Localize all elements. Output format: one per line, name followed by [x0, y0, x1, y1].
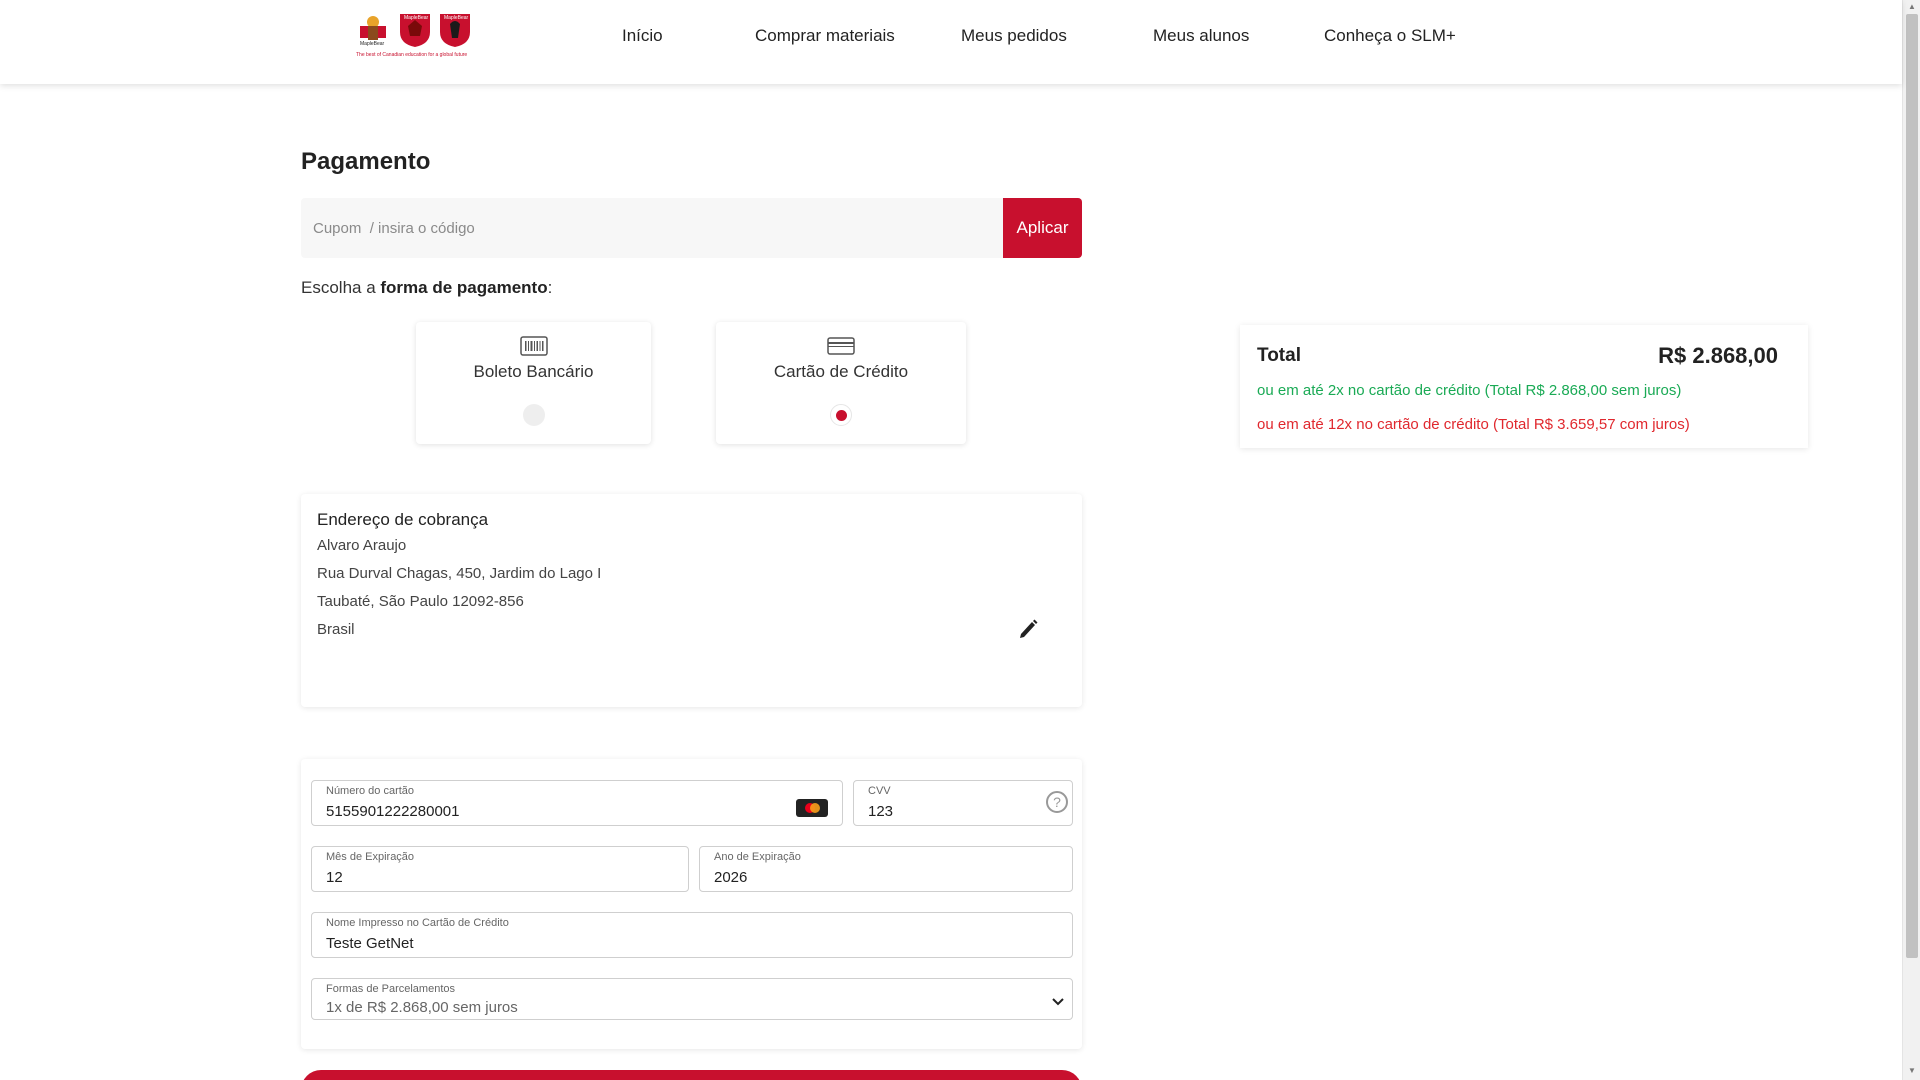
svg-text:MapleBear: MapleBear	[360, 41, 385, 46]
submit-payment-button[interactable]	[301, 1070, 1082, 1080]
nav-item-meus-pedidos[interactable]: Meus pedidos	[961, 26, 1067, 46]
apply-coupon-button[interactable]: Aplicar	[1003, 198, 1082, 258]
coupon-form: Aplicar	[301, 198, 1082, 258]
cvv-input[interactable]	[868, 803, 999, 820]
nav-item-comprar-materiais[interactable]: Comprar materiais	[755, 26, 895, 46]
boleto-radio[interactable]	[522, 404, 545, 426]
card-number-field[interactable]: Número do cartão	[311, 780, 843, 826]
installments-no-interest: ou em até 2x no cartão de crédito (Total…	[1257, 382, 1682, 399]
payment-option-boleto[interactable]: Boleto Bancário	[416, 322, 651, 444]
nav-item-inicio[interactable]: Início	[622, 26, 663, 46]
scroll-up-arrow-icon[interactable]: ▲	[1908, 2, 1916, 11]
expiry-month-field[interactable]: Mês de Expiração	[311, 846, 689, 892]
expiry-year-field[interactable]: Ano de Expiração	[699, 846, 1073, 892]
billing-address-title: Endereço de cobrança	[317, 510, 489, 529]
scrollbar-thumb[interactable]	[1906, 14, 1918, 958]
barcode-icon	[519, 336, 548, 361]
chevron-down-icon	[1052, 993, 1064, 1011]
payment-option-label: Boleto Bancário	[473, 362, 594, 381]
total-label: Total	[1257, 345, 1301, 366]
card-number-input[interactable]	[326, 803, 777, 820]
expiry-year-label: Ano de Expiração	[714, 851, 801, 863]
installments-label: Formas de Parcelamentos	[326, 983, 455, 995]
prompt-prefix: Escolha a	[301, 278, 381, 297]
credit-card-radio[interactable]	[830, 404, 852, 426]
prompt-suffix: :	[547, 278, 553, 297]
billing-address-card: Endereço de cobrança Alvaro Araujo Rua D…	[301, 494, 1082, 707]
payment-method-prompt: Escolha a forma de pagamento:	[301, 278, 552, 298]
credit-card-icon	[827, 336, 855, 361]
address-line: Alvaro Araujo	[317, 537, 407, 554]
nav-item-meus-alunos[interactable]: Meus alunos	[1153, 26, 1249, 46]
payment-option-credit-card[interactable]: Cartão de Crédito	[716, 322, 966, 444]
expiry-month-label: Mês de Expiração	[326, 851, 415, 863]
vertical-scrollbar[interactable]: ▲ ▼	[1902, 0, 1920, 1080]
maple-leaf-bear-icon: MapleBear	[360, 16, 386, 46]
svg-text:MapleBear: MapleBear	[444, 15, 469, 21]
address-line: Rua Durval Chagas, 450, Jardim do Lago I	[317, 565, 602, 582]
shield-icon: MapleBear	[400, 14, 430, 47]
maple-bear-logo[interactable]: MapleBear MapleBear MapleBear The best o…	[356, 12, 480, 72]
cardholder-name-label: Nome Impresso no Cartão de Crédito	[326, 917, 509, 929]
scroll-down-arrow-icon[interactable]: ▼	[1908, 1066, 1916, 1075]
logo-tagline: The best of Canadian education for a glo…	[356, 52, 468, 58]
expiry-year-input[interactable]	[714, 869, 1031, 886]
cvv-field[interactable]: CVV ?	[853, 780, 1073, 826]
edit-pencil-icon[interactable]	[1018, 618, 1038, 645]
cvv-label: CVV	[868, 785, 891, 797]
cardholder-name-field[interactable]: Nome Impresso no Cartão de Crédito	[311, 912, 1073, 958]
installments-selected-value: 1x de R$ 2.868,00 sem juros	[326, 999, 518, 1016]
installments-select[interactable]: Formas de Parcelamentos 1x de R$ 2.868,0…	[311, 978, 1073, 1020]
expiry-month-input[interactable]	[326, 869, 646, 886]
order-total-summary: Total R$ 2.868,00 ou em até 2x no cartão…	[1240, 325, 1808, 448]
nav-item-conheca-slm[interactable]: Conheça o SLM+	[1324, 26, 1456, 46]
card-number-label: Número do cartão	[326, 785, 415, 797]
svg-text:MapleBear: MapleBear	[404, 15, 429, 21]
address-line: Taubaté, São Paulo 12092-856	[317, 593, 524, 610]
cardholder-name-input[interactable]	[326, 935, 972, 952]
credit-card-form: Número do cartão CVV ? Mês de Expiração …	[301, 759, 1082, 1049]
shield-icon: MapleBear	[440, 14, 470, 47]
mastercard-icon	[796, 799, 828, 817]
top-navigation-bar: MapleBear MapleBear MapleBear The best o…	[0, 0, 1902, 84]
installments-with-interest: ou em até 12x no cartão de crédito (Tota…	[1257, 416, 1690, 433]
help-icon[interactable]: ?	[1046, 791, 1068, 813]
total-value: R$ 2.868,00	[1658, 343, 1778, 368]
payment-option-label: Cartão de Crédito	[773, 362, 909, 381]
prompt-bold: forma de pagamento	[380, 278, 548, 297]
address-line: Brasil	[317, 621, 355, 638]
coupon-input[interactable]	[301, 198, 1003, 258]
page-title: Pagamento	[301, 148, 431, 175]
